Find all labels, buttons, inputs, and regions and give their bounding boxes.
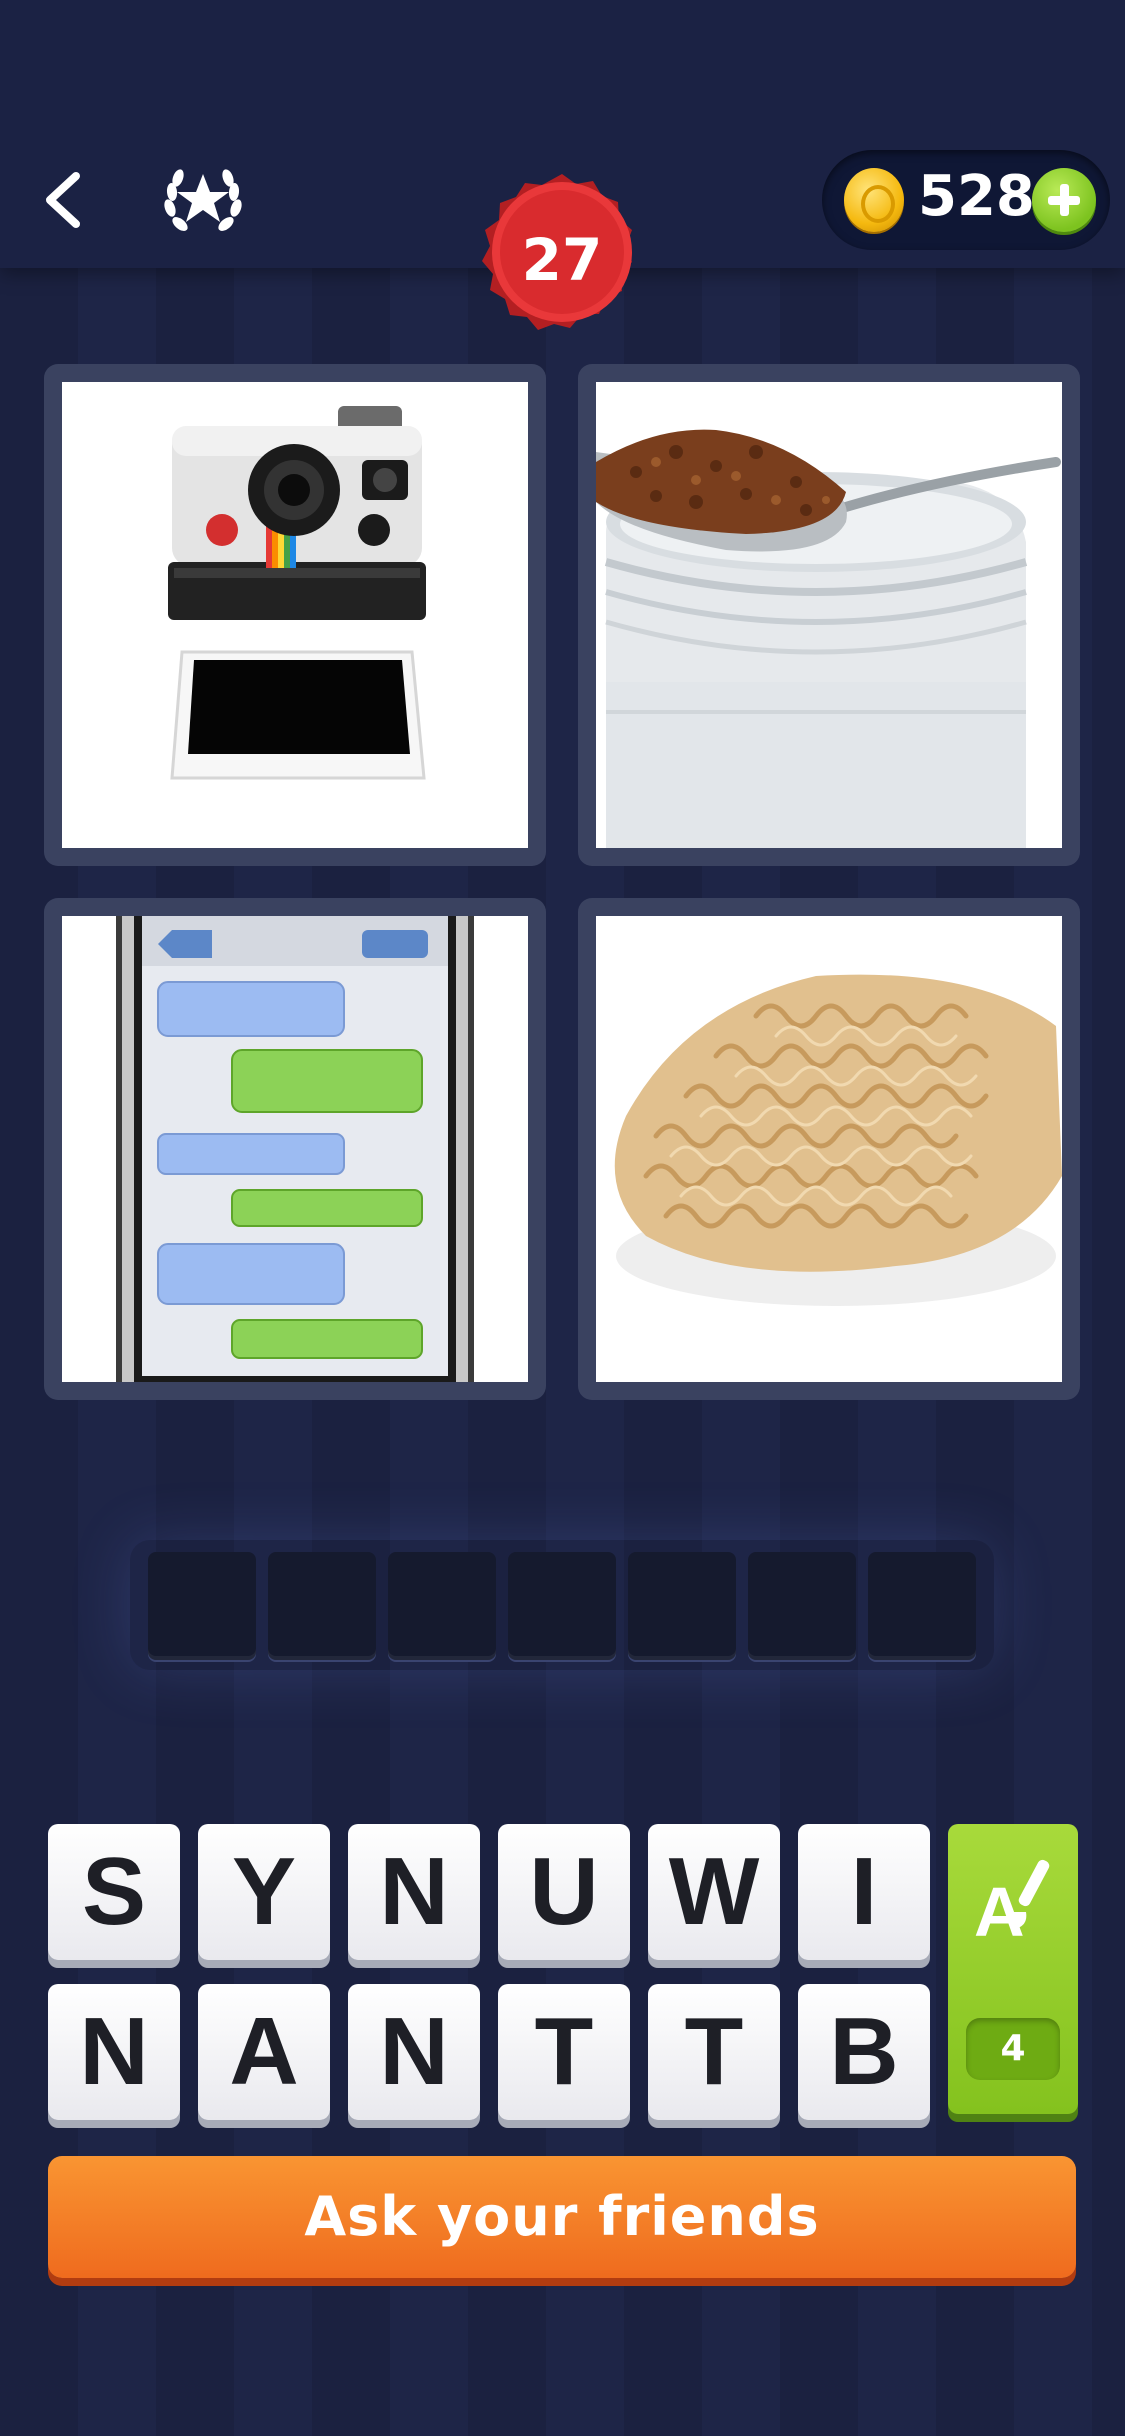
letter-key[interactable]: B [798,1984,930,2120]
texting-picture [62,916,528,1382]
chevron-left-icon [46,172,80,228]
back-button[interactable] [36,160,96,240]
plus-icon[interactable] [1032,168,1096,232]
answer-slot[interactable] [268,1552,376,1660]
coin-count: 528 [918,164,1035,229]
picture-tile-2[interactable] [578,364,1080,866]
laurel-star-icon [164,169,242,231]
letter-key[interactable]: N [348,1984,480,2120]
answer-slot[interactable] [868,1552,976,1660]
ask-friends-button[interactable]: Ask your friends [48,2156,1076,2278]
hint-count: 4 [966,2018,1060,2080]
picture-tile-1[interactable] [44,364,546,866]
answer-slots [130,1540,994,1670]
level-badge: 27 [472,168,652,348]
letter-key[interactable]: N [348,1824,480,1960]
level-number: 27 [521,226,603,294]
letter-key[interactable]: T [648,1984,780,2120]
hint-button[interactable]: A 4 [948,1824,1078,2114]
letter-key[interactable]: N [48,1984,180,2120]
picture-tile-4[interactable] [578,898,1080,1400]
achievements-button[interactable] [158,156,248,246]
coffee-picture [596,382,1062,848]
answer-slot[interactable] [508,1552,616,1660]
letter-key[interactable]: Y [198,1824,330,1960]
letter-key[interactable]: A [198,1984,330,2120]
answer-slot[interactable] [388,1552,496,1660]
letter-key[interactable]: T [498,1984,630,2120]
letter-key[interactable]: I [798,1824,930,1960]
letter-key[interactable]: S [48,1824,180,1960]
answer-slot[interactable] [628,1552,736,1660]
answer-slot[interactable] [748,1552,856,1660]
noodles-picture [596,916,1062,1382]
coin-balance[interactable]: 528 [822,150,1110,250]
letter-key[interactable]: U [498,1824,630,1960]
camera-picture [62,382,528,848]
gold-coin-icon [844,168,904,232]
answer-slot[interactable] [148,1552,256,1660]
letter-brush-icon: A [974,1859,1050,1951]
picture-tile-3[interactable] [44,898,546,1400]
letter-key[interactable]: W [648,1824,780,1960]
